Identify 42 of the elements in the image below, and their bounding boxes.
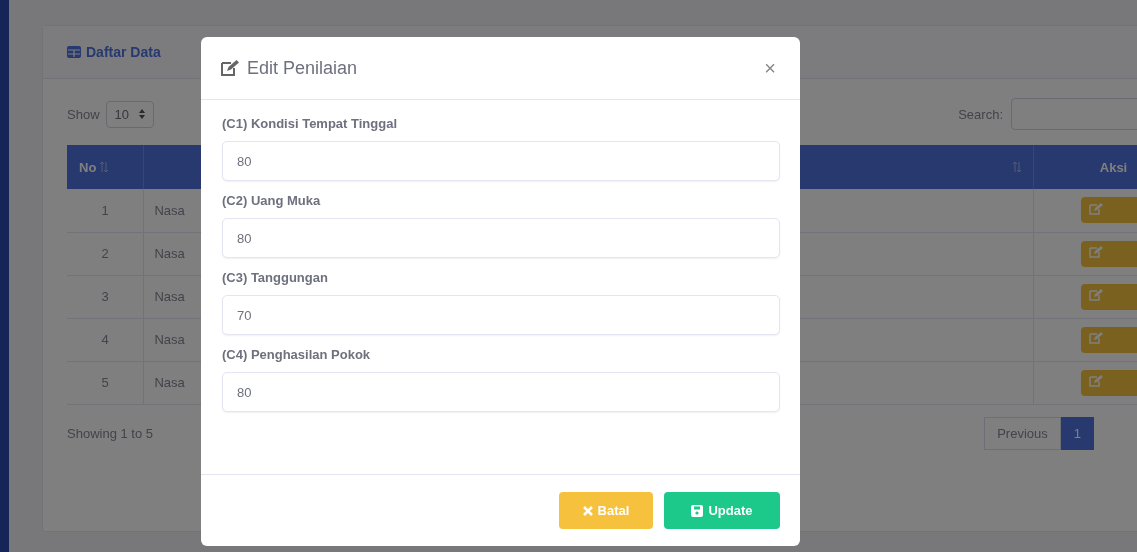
edit-icon: [221, 60, 239, 76]
table-cell: 3: [67, 275, 144, 318]
input-field[interactable]: 80: [222, 372, 780, 412]
table-cell: 5: [67, 361, 144, 404]
edit-button[interactable]: [1080, 326, 1137, 353]
save-icon: [691, 504, 704, 517]
table-cell: 1: [67, 189, 144, 232]
edit-icon: [1088, 202, 1103, 215]
edit-icon: [1088, 375, 1103, 387]
show-label: Show: [67, 106, 100, 122]
edit-icon: [1088, 332, 1103, 344]
cancel-button[interactable]: Batal: [559, 492, 653, 529]
input-field[interactable]: 80: [222, 218, 780, 258]
table-cell: 2: [67, 232, 144, 275]
update-button[interactable]: Update: [664, 492, 780, 529]
table-cell: 4: [67, 318, 144, 361]
table-header-cell[interactable]: No: [67, 145, 144, 189]
edit-button[interactable]: [1080, 197, 1137, 224]
card-title: Daftar Data: [86, 44, 161, 60]
sort-icon: [100, 161, 109, 172]
edit-icon: [1088, 246, 1103, 258]
search-label: Search:: [958, 106, 1003, 122]
pagination-button[interactable]: Previous: [984, 416, 1061, 450]
table-header-cell[interactable]: Aksi: [1033, 145, 1137, 189]
edit-button[interactable]: [1080, 283, 1137, 310]
close-button[interactable]: ×: [760, 56, 780, 80]
field-label: (C1) Kondisi Tempat Tinggal: [222, 116, 399, 131]
modal-title: Edit Penilaian: [247, 57, 359, 79]
edit-button[interactable]: [1080, 369, 1137, 396]
length-select[interactable]: 10: [105, 100, 154, 128]
sort-icon: [1013, 161, 1021, 172]
pagination-button[interactable]: 1: [1060, 416, 1094, 450]
field-label: (C4) Penghasilan Pokok: [222, 347, 372, 362]
input-field[interactable]: 80: [222, 141, 780, 181]
close-icon: [582, 505, 593, 516]
select-arrows-icon: [139, 109, 145, 119]
table-icon: [67, 46, 81, 58]
input-field[interactable]: 70: [222, 295, 780, 335]
field-label: (C2) Uang Muka: [222, 193, 322, 208]
table-info: Showing 1 to 5: [67, 425, 153, 441]
edit-button[interactable]: [1080, 240, 1137, 267]
edit-icon: [1088, 289, 1103, 301]
